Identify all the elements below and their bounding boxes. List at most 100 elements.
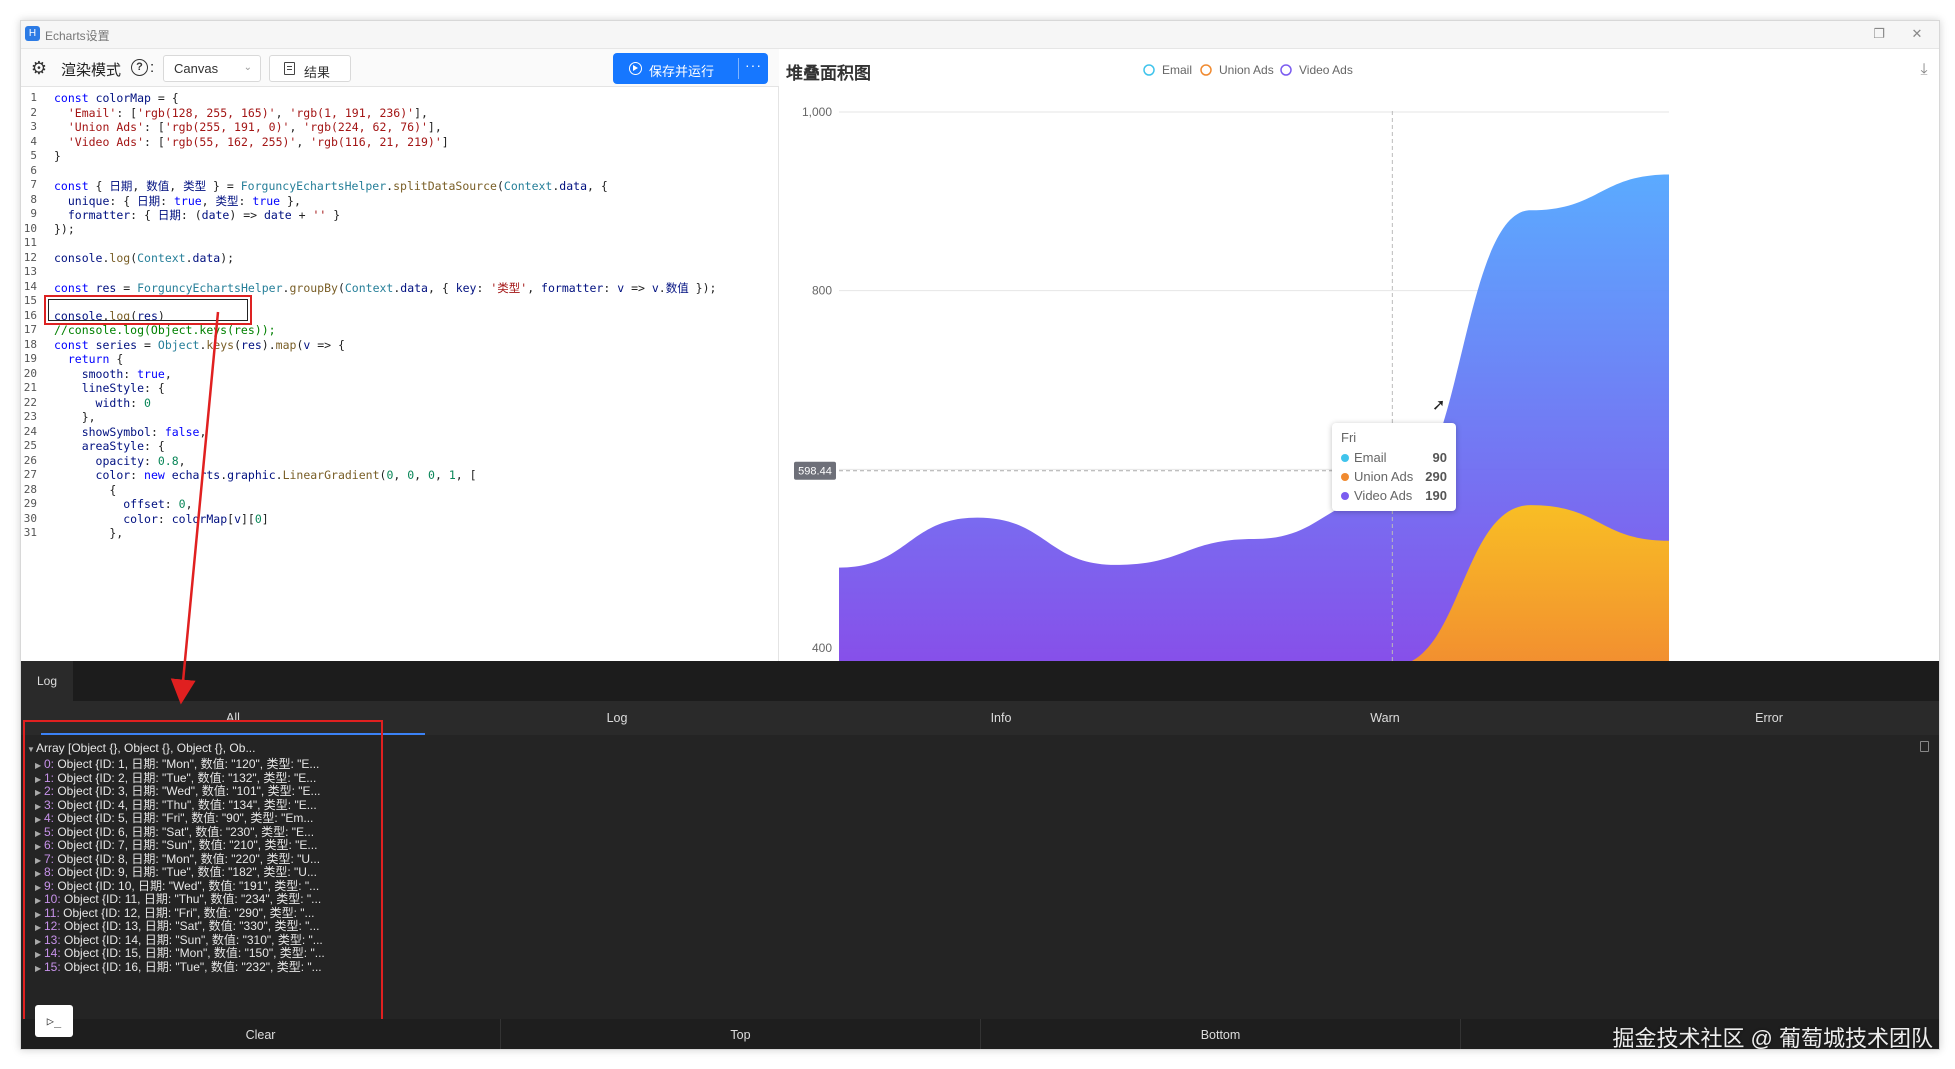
- echarts-settings-window: H Echarts设置 ❐ ✕ ⚙ 渲染模式 ? : Canvas ⌄ 结果 保…: [20, 20, 1940, 1050]
- code-line: formatter: { 日期: (date) => date + '' }: [67, 208, 341, 222]
- terminal-icon[interactable]: ▷_: [35, 1005, 73, 1037]
- chart-tooltip: Fri Email 90 Union Ads 290 Video Ads 190: [1332, 423, 1456, 511]
- tooltip-day: Fri: [1341, 430, 1357, 445]
- line-number: 29: [23, 497, 37, 510]
- line-number: 13: [23, 265, 37, 278]
- legend-label: Video Ads: [1299, 63, 1353, 77]
- code-line: 'Union Ads': ['rgb(255, 191, 0)', 'rgb(2…: [67, 120, 442, 134]
- code-line: },: [54, 410, 96, 424]
- top-button[interactable]: Top: [501, 1019, 981, 1049]
- copy-icon[interactable]: [1920, 741, 1929, 752]
- line-number: 23: [23, 410, 37, 423]
- code-line: 'Video Ads': ['rgb(55, 162, 255)', 'rgb(…: [67, 134, 449, 149]
- log-panel: Log All Log Info Warn Error ▼Array [Obje…: [21, 661, 1939, 1050]
- tooltip-series-value: 190: [1425, 488, 1447, 503]
- render-mode-select[interactable]: Canvas ⌄: [163, 55, 261, 82]
- filter-error[interactable]: Error: [1577, 701, 1939, 735]
- editor-toolbar: ⚙ 渲染模式 ? : Canvas ⌄ 结果 保存并运行 ···: [21, 49, 779, 87]
- render-mode-colon: :: [150, 59, 155, 76]
- line-number: 12: [23, 250, 37, 264]
- line-number: 8: [30, 192, 37, 206]
- legend-label: Union Ads: [1219, 63, 1274, 77]
- line-number: 17: [23, 323, 37, 336]
- watermark: 掘金技术社区 @ 葡萄城技术团队: [1612, 1026, 1933, 1050]
- line-number: 27: [23, 468, 37, 481]
- line-number: 6: [30, 163, 37, 177]
- code-line: lineStyle: {: [81, 381, 165, 395]
- code-line: const res = ForguncyEchartsHelper.groupB…: [54, 280, 717, 295]
- tooltip-series-name: Email: [1354, 450, 1387, 465]
- y-tick-label: 400: [812, 641, 832, 655]
- code-editor[interactable]: 1 2 3 4 5 6 7 8 9 10 11 12 13 14 15 16 17 18 19 20 21 22 23 24 2…: [21, 87, 779, 661]
- tooltip-series-name: Union Ads: [1354, 469, 1414, 484]
- code-line: color: new echarts.graphic.LinearGradien…: [95, 468, 477, 482]
- line-number: 25: [23, 439, 37, 452]
- line-number: 9: [30, 207, 37, 220]
- code-line: const colorMap = {: [54, 91, 179, 105]
- help-icon[interactable]: ?: [131, 59, 148, 76]
- y-tick-label: 800: [812, 284, 832, 298]
- line-number: 14: [23, 279, 37, 293]
- bottom-button[interactable]: Bottom: [981, 1019, 1461, 1049]
- stacked-area-chart[interactable]: 1,000800600400 EmailUnion AdsVideo Ads 5…: [780, 49, 1940, 661]
- legend-marker: [1200, 64, 1212, 76]
- code-line: areaStyle: {: [81, 439, 165, 453]
- highlight-box: [23, 720, 383, 1039]
- more-options-icon[interactable]: ···: [745, 57, 762, 73]
- result-button[interactable]: 结果: [269, 55, 351, 82]
- filter-warn[interactable]: Warn: [1193, 701, 1577, 735]
- union-ads-dot: [1341, 473, 1349, 481]
- clear-button[interactable]: Clear: [21, 1019, 501, 1049]
- app-icon: H: [25, 26, 40, 41]
- tab-log[interactable]: Log: [21, 661, 73, 701]
- restore-window-icon[interactable]: ❐: [1869, 25, 1889, 43]
- line-number: 26: [23, 453, 37, 467]
- chart-preview-panel: 堆叠面积图 ⤓ 1,000800600400 EmailUnion AdsVid…: [780, 49, 1940, 661]
- line-number: 19: [23, 352, 37, 365]
- line-number: 10: [23, 221, 37, 235]
- render-mode-label: 渲染模式: [61, 62, 122, 79]
- legend-marker: [1143, 64, 1155, 76]
- line-number: 21: [23, 381, 37, 394]
- tooltip-row-email: Email 90: [1341, 450, 1447, 465]
- chevron-down-icon: ⌄: [243, 62, 252, 73]
- line-number: 28: [23, 482, 37, 496]
- code-line: return {: [67, 352, 124, 366]
- legend-label: Email: [1162, 63, 1192, 77]
- code-line: }: [54, 149, 61, 163]
- close-window-icon[interactable]: ✕: [1907, 25, 1927, 43]
- code-line: {: [54, 482, 117, 497]
- gear-icon[interactable]: ⚙: [29, 58, 49, 78]
- line-number: 7: [30, 178, 37, 191]
- filter-log[interactable]: Log: [425, 701, 809, 735]
- line-number: 16: [23, 308, 37, 322]
- line-number: 24: [23, 424, 37, 438]
- line-number: 22: [23, 395, 37, 409]
- code-line: });: [54, 221, 75, 236]
- save-and-run-button[interactable]: 保存并运行 ···: [613, 53, 768, 84]
- line-number: 2: [30, 105, 37, 119]
- tooltip-series-name: Video Ads: [1354, 488, 1413, 503]
- code-line: smooth: true,: [81, 366, 172, 381]
- tooltip-row-video-ads: Video Ads 190: [1341, 488, 1447, 503]
- play-circle-icon: [629, 62, 642, 75]
- render-mode-value: Canvas: [174, 61, 219, 76]
- video-ads-dot: [1341, 492, 1349, 500]
- highlight-box: [44, 295, 252, 325]
- code-line: opacity: 0.8,: [95, 453, 186, 468]
- tooltip-series-value: 90: [1432, 450, 1447, 465]
- line-number: 4: [30, 134, 37, 148]
- document-icon: [284, 62, 295, 75]
- button-divider: [738, 58, 739, 79]
- tooltip-series-value: 290: [1425, 469, 1447, 484]
- result-button-label: 结果: [304, 65, 331, 80]
- line-number: 18: [23, 337, 37, 351]
- code-line-highlighted: console.log(Context.data);: [54, 250, 235, 265]
- filter-info[interactable]: Info: [809, 701, 1193, 735]
- line-number: 31: [23, 526, 37, 539]
- save-and-run-label: 保存并运行: [649, 64, 715, 79]
- line-number: 30: [23, 511, 37, 525]
- line-number: 20: [23, 366, 37, 380]
- email-dot: [1341, 454, 1349, 462]
- code-line: 'Email': ['rgb(128, 255, 165)', 'rgb(1, …: [67, 105, 428, 120]
